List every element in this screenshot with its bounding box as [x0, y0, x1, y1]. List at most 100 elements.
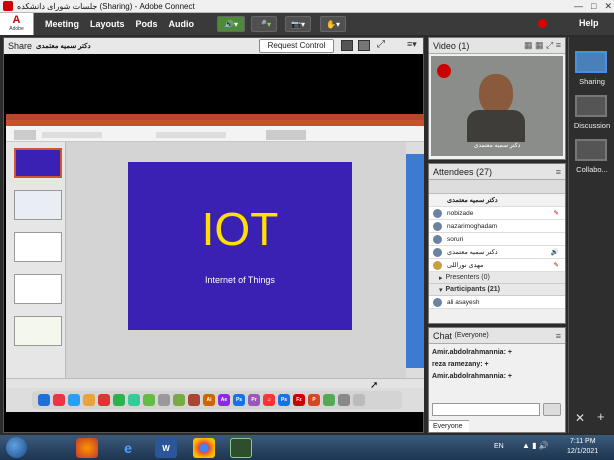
attendee-name: soruri — [447, 235, 464, 243]
clock-time[interactable]: 7:11 PM — [570, 438, 596, 445]
layout-sharing-thumb[interactable] — [575, 51, 607, 73]
camera-button[interactable]: 📷▾ — [285, 16, 311, 32]
tools-icon[interactable]: ✕ — [575, 411, 585, 425]
attendees-options-icon[interactable]: ≡ — [556, 167, 561, 177]
record-indicator-icon[interactable] — [538, 19, 547, 28]
settings-icon[interactable] — [158, 394, 170, 406]
adobe-connect-icon — [3, 1, 13, 11]
video-pod-count: (1) — [458, 40, 470, 51]
video-pod-title: Video — [433, 40, 456, 51]
add-layout-icon[interactable]: + — [597, 409, 605, 424]
window-title: جلسات شورای دانشکده (Sharing) - Adobe Co… — [17, 1, 195, 11]
attendee-row[interactable]: nobizade ✎ — [429, 207, 565, 220]
illustrator-icon[interactable]: Ai — [203, 394, 215, 406]
person-icon — [433, 222, 442, 231]
actual-size-icon[interactable] — [358, 40, 370, 51]
maximize-button[interactable]: □ — [591, 1, 596, 12]
chat-pod-header: Chat (Everyone) ≡ — [429, 328, 565, 344]
mail-icon[interactable] — [98, 394, 110, 406]
layout-collaboration-thumb[interactable] — [575, 139, 607, 161]
webcam-video[interactable]: دکتر سمیه معتمدی — [431, 56, 563, 156]
presenters-section[interactable]: ▸ Presenters (0) — [429, 272, 565, 284]
person-body — [467, 110, 525, 142]
person-icon — [433, 261, 442, 270]
slide-thumb-2[interactable] — [14, 190, 62, 220]
launchpad-icon[interactable] — [53, 394, 65, 406]
current-slide[interactable]: IOT Internet of Things — [128, 162, 352, 330]
chat-tab-everyone[interactable]: Everyone — [429, 420, 469, 432]
system-tray: EN ▲ ▮ 🔊 7:11 PM 12/1/2021 — [474, 435, 614, 460]
attendee-row[interactable]: soruri — [429, 233, 565, 246]
chrome-icon[interactable] — [83, 394, 95, 406]
send-message-icon[interactable] — [543, 403, 561, 416]
slide-thumb-4[interactable] — [14, 274, 62, 304]
after-effects-icon[interactable]: Ae — [218, 394, 230, 406]
premiere-icon[interactable]: Pr — [248, 394, 260, 406]
attendees-pod-count: (27) — [476, 166, 493, 177]
firefox-icon[interactable] — [76, 438, 98, 458]
adobe-connect-taskbar-icon[interactable] — [230, 438, 252, 458]
menu-pods[interactable]: Pods — [136, 19, 158, 29]
layout-discussion-thumb[interactable] — [575, 95, 607, 117]
layout-collaboration-label[interactable]: Collabo... — [569, 165, 614, 174]
raise-hand-button[interactable]: ✋▾ — [320, 16, 346, 32]
preview-icon[interactable] — [338, 394, 350, 406]
facetime-icon[interactable] — [143, 394, 155, 406]
attendee-row[interactable]: مهدی نوراللی ✎ — [429, 259, 565, 272]
mac-dock: Ai Ae Ps Pr ♫ Ps Fz P — [32, 391, 402, 409]
layout-sharing-label[interactable]: Sharing — [569, 77, 614, 86]
chrome-taskbar-icon[interactable] — [193, 438, 215, 458]
photos-icon[interactable] — [173, 394, 185, 406]
start-button-icon[interactable] — [6, 437, 27, 458]
slide-thumb-3[interactable] — [14, 232, 62, 262]
shared-screen-view[interactable]: IOT Internet of Things Ai Ae Ps Pr ♫ Ps … — [6, 114, 424, 412]
menu-meeting[interactable]: Meeting — [45, 19, 79, 29]
microphone-button[interactable]: 🎤▾ — [251, 16, 277, 32]
video-pod-options-icon[interactable]: ▦ ▦ ⤢ ≡ — [524, 40, 561, 51]
slide-editing-area: IOT Internet of Things — [66, 142, 406, 378]
whatsapp-icon[interactable] — [113, 394, 125, 406]
trash-icon[interactable] — [353, 394, 365, 406]
close-button[interactable]: ✕ — [604, 1, 612, 12]
ps-alt-icon[interactable]: Ps — [278, 394, 290, 406]
network-icon[interactable]: ▲ ▮ 🔊 — [522, 441, 549, 450]
attendees-pod-header: Attendees (27) ≡ — [429, 164, 565, 180]
safari-icon[interactable] — [68, 394, 80, 406]
attendee-row[interactable]: ali asayesh — [429, 296, 565, 309]
attendee-row[interactable]: دکتر سمیه معتمدی 🔊 — [429, 246, 565, 259]
finder-icon[interactable] — [38, 394, 50, 406]
menu-audio[interactable]: Audio — [169, 19, 195, 29]
photoshop-icon[interactable]: Ps — [233, 394, 245, 406]
word-icon[interactable]: W — [155, 438, 177, 458]
messages-icon[interactable] — [128, 394, 140, 406]
fullscreen-icon[interactable]: ⤢ — [377, 39, 385, 50]
powerpoint-icon[interactable]: P — [308, 394, 320, 406]
chat-message: reza ramezany: + — [432, 361, 489, 368]
app-store-icon[interactable] — [323, 394, 335, 406]
calendar-icon[interactable] — [188, 394, 200, 406]
chat-options-icon[interactable]: ≡ — [556, 331, 561, 341]
slide-thumb-1[interactable] — [14, 148, 62, 178]
filezilla-icon[interactable]: Fz — [293, 394, 305, 406]
music-icon[interactable]: ♫ — [263, 394, 275, 406]
participants-section[interactable]: ▾ Participants (21) — [429, 284, 565, 296]
camera-user-name: دکتر سمیه معتمدی — [473, 143, 521, 149]
chat-message-input[interactable] — [432, 403, 540, 416]
slide-thumb-5[interactable] — [14, 316, 62, 346]
menu-help[interactable]: Help — [579, 18, 599, 28]
language-indicator[interactable]: EN — [494, 443, 504, 450]
person-icon — [433, 209, 442, 218]
clock-date[interactable]: 12/1/2021 — [567, 448, 598, 455]
attendees-pod: Attendees (27) ≡ دکتر سمیه معتمدی nobiza… — [428, 163, 566, 324]
internet-explorer-icon[interactable]: e — [117, 438, 139, 458]
request-control-button[interactable]: Request Control — [259, 39, 334, 53]
minimize-button[interactable]: — — [574, 1, 583, 12]
layout-discussion-label[interactable]: Discussion — [569, 121, 614, 130]
attendee-name: nazarimoghadam — [447, 222, 498, 230]
fit-width-icon[interactable] — [341, 40, 353, 51]
adobe-logo: A Adobe — [0, 13, 34, 35]
attendee-row[interactable]: nazarimoghadam — [429, 220, 565, 233]
menu-layouts[interactable]: Layouts — [90, 19, 125, 29]
pod-options-icon[interactable]: ≡▾ — [407, 39, 417, 50]
speaker-toggle-button[interactable]: 🔊▾ — [217, 16, 245, 32]
